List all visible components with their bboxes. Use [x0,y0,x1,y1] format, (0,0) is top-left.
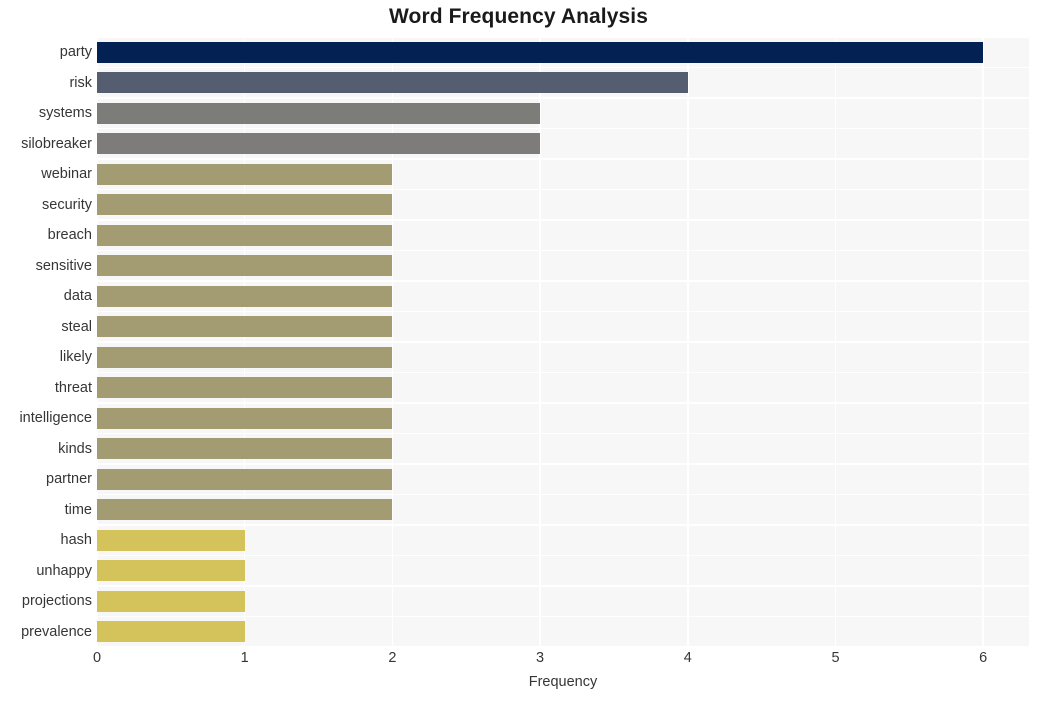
gridline-horizontal [97,188,1029,191]
bar [97,255,393,277]
bar [97,468,393,490]
y-axis-tick-label: steal [61,318,92,335]
gridline-horizontal [97,585,1029,587]
x-axis-tick-labels: 0 1 2 3 4 5 6 [93,650,1029,672]
bar [97,621,245,643]
bar [97,41,984,63]
x-axis-tick-label: 2 [388,650,397,666]
gridline-horizontal [97,66,1029,69]
gridline-horizontal [97,219,1029,221]
bar [97,499,393,521]
x-axis-tick-label: 6 [979,650,988,666]
x-axis-tick-label: 4 [683,650,692,666]
gridline-horizontal [97,249,1029,252]
y-axis-tick-label: likely [59,349,92,366]
gridline-horizontal [97,463,1029,465]
bar [97,316,393,338]
gridline-horizontal [97,158,1029,160]
x-axis-tick-label: 1 [240,650,249,666]
y-axis-tick-label: prevalence [21,623,92,640]
bar [97,560,245,582]
x-axis-tick-label: 5 [831,650,840,666]
y-axis-tick-label: intelligence [19,410,92,427]
y-axis-tick-label: systems [38,105,92,122]
gridline-horizontal [97,493,1029,496]
gridline-horizontal [97,341,1029,343]
chart-figure: Word Frequency Analysis party risk systems… [0,0,1037,701]
y-axis-tick-label: silobreaker [21,135,92,152]
bar [97,407,393,429]
gridline-horizontal [97,432,1029,435]
y-axis-tick-label: time [64,501,92,518]
bar [97,438,393,460]
y-axis-tick-label: party [59,44,92,61]
y-axis-tick-label: unhappy [36,562,92,579]
plot-area [97,37,1029,647]
gridline-horizontal [97,280,1029,282]
y-axis-tick-label: webinar [41,166,92,183]
y-axis-tick-labels: party risk systems silobreaker webinar securi… [0,37,92,647]
x-axis-tick-label: 0 [92,650,102,666]
y-axis-tick-label: threat [54,379,92,396]
gridline-horizontal [97,371,1029,374]
bar [97,72,688,94]
y-axis-tick-label: hash [60,532,92,549]
gridline-horizontal [97,37,1029,38]
bar [97,529,245,551]
bar [97,346,393,368]
bar [97,224,393,246]
bar [97,133,541,155]
gridline-horizontal [97,402,1029,404]
gridline-horizontal [97,615,1029,618]
x-axis-label: Frequency [528,674,598,690]
gridline-horizontal [97,646,1029,647]
y-axis-tick-label: sensitive [35,257,92,274]
gridline-horizontal [97,554,1029,557]
y-axis-tick-label: security [42,196,92,213]
y-axis-tick-label: risk [69,74,92,91]
bar [97,102,541,124]
y-axis-tick-label: kinds [58,440,92,457]
bar [97,285,393,307]
bar [97,590,245,612]
gridline-horizontal [97,310,1029,313]
bar [97,194,393,216]
gridline-horizontal [97,127,1029,130]
page-title: Word Frequency Analysis [388,5,649,28]
bar [97,163,393,185]
y-axis-tick-label: breach [47,227,92,244]
y-axis-tick-label: projections [21,593,92,610]
y-axis-tick-label: partner [46,471,92,488]
bar [97,377,393,399]
gridline-horizontal [97,97,1029,99]
gridline-horizontal [97,524,1029,526]
y-axis-tick-label: data [63,288,92,305]
x-axis-tick-label: 3 [536,650,545,666]
